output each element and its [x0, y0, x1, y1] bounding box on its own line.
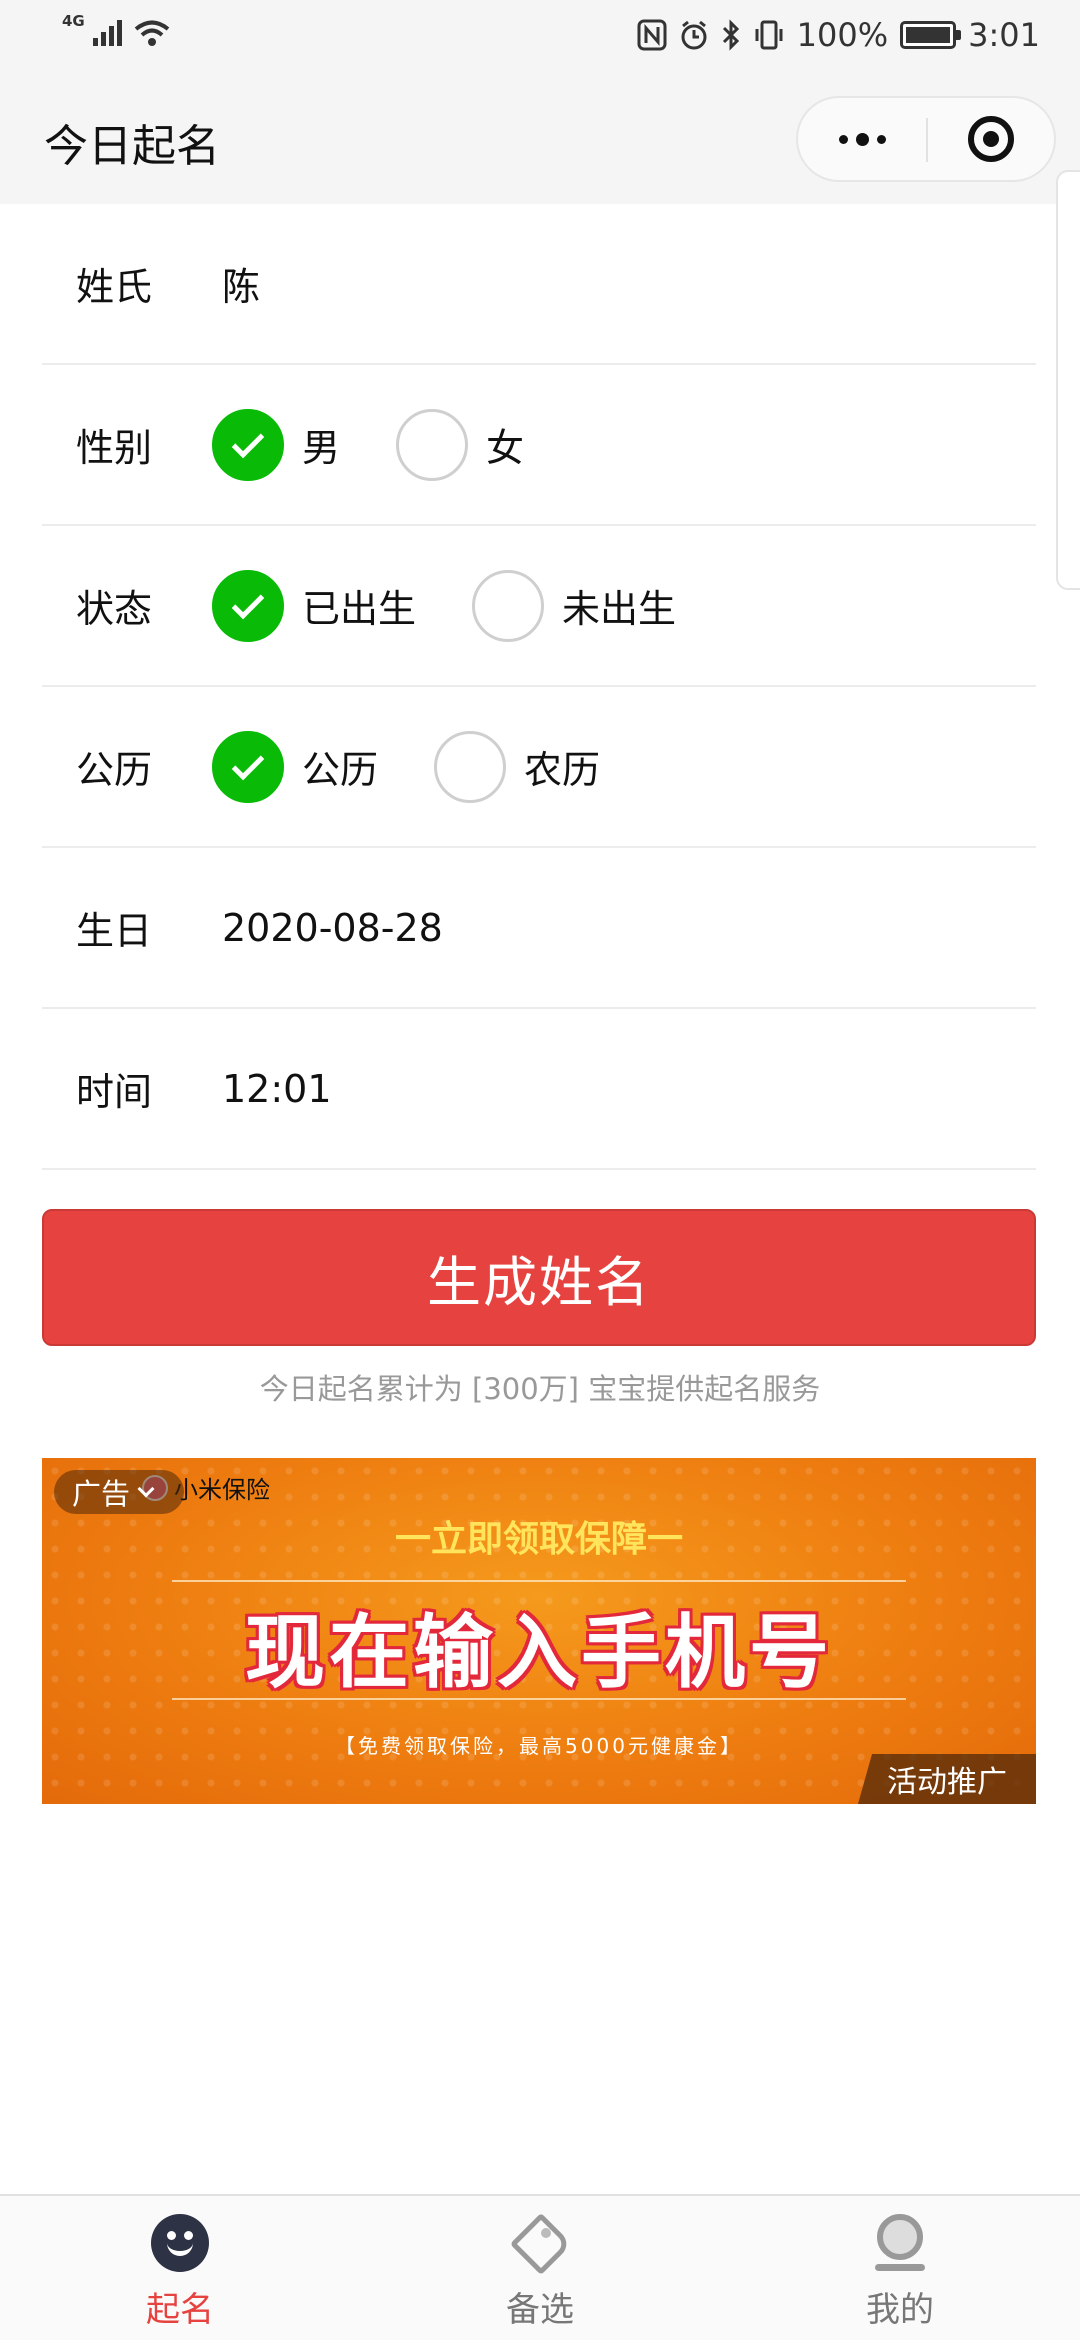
- tab-shortlist-label: 备选: [506, 2290, 574, 2330]
- chevron-down-icon: [137, 1480, 155, 1498]
- surname-row[interactable]: 姓氏 陈: [42, 204, 1036, 365]
- target-close-icon[interactable]: [928, 98, 1054, 180]
- calendar-label: 公历: [76, 748, 153, 792]
- birthday-row[interactable]: 生日 2020-08-28: [42, 848, 1036, 1009]
- radio-circle-icon: [396, 408, 469, 481]
- ad-tag-button[interactable]: 广告: [54, 1470, 184, 1514]
- ad-brand-name: 小米保险: [174, 1476, 270, 1504]
- alarm-icon: [681, 20, 707, 50]
- profile-icon: [871, 2214, 929, 2272]
- radio-check-icon: [212, 408, 284, 481]
- ad-tag-label: 广告: [72, 1477, 131, 1511]
- status-row: 状态 已出生 未出生: [42, 526, 1036, 687]
- birthday-label: 生日: [76, 909, 153, 953]
- surname-input[interactable]: 陈: [222, 256, 260, 311]
- gender-female-label: 女: [486, 426, 525, 470]
- tab-mine[interactable]: 我的: [720, 2196, 1080, 2340]
- calendar-solar-label: 公历: [302, 748, 379, 792]
- scroll-edge: [1056, 170, 1080, 590]
- radio-check-icon: [212, 569, 284, 642]
- more-dots-icon[interactable]: [798, 98, 926, 180]
- battery-percent: 100%: [796, 16, 889, 54]
- status-label: 状态: [76, 587, 153, 631]
- ad-headline: 现在输入手机号: [245, 1606, 833, 1699]
- gender-female-radio[interactable]: 女: [396, 408, 525, 481]
- vibrate-icon: [755, 20, 783, 50]
- tab-mine-label: 我的: [866, 2290, 934, 2330]
- gender-male-radio[interactable]: 男: [212, 408, 341, 481]
- status-unborn-radio[interactable]: 未出生: [472, 569, 677, 642]
- tab-naming[interactable]: 起名: [0, 2196, 360, 2340]
- tab-bar: 起名 备选 我的: [0, 2194, 1080, 2340]
- status-born-radio[interactable]: 已出生: [212, 569, 417, 642]
- status-born-label: 已出生: [302, 587, 417, 631]
- time-picker[interactable]: 12:01: [222, 1067, 332, 1111]
- smiley-face-icon: [151, 2214, 209, 2272]
- calendar-lunar-label: 农历: [524, 748, 601, 792]
- wifi-icon: [134, 20, 170, 46]
- generate-name-button[interactable]: 生成姓名: [42, 1209, 1036, 1346]
- radio-circle-icon: [434, 730, 507, 803]
- network-type: 4G: [62, 12, 85, 30]
- tab-shortlist[interactable]: 备选: [360, 2196, 720, 2340]
- tag-icon: [509, 2212, 573, 2276]
- battery-icon: [900, 21, 962, 49]
- gender-row: 性别 男 女: [42, 365, 1036, 526]
- ad-subtitle: 一立即领取保障一: [394, 1519, 683, 1560]
- signal-icon: [92, 20, 122, 46]
- mini-program-capsule: [796, 96, 1056, 182]
- calendar-solar-radio[interactable]: 公历: [212, 730, 379, 803]
- bluetooth-icon: [722, 19, 739, 51]
- ad-promo-label: 活动推广: [858, 1754, 1036, 1804]
- calendar-row: 公历 公历 农历: [42, 687, 1036, 848]
- surname-label: 姓氏: [76, 265, 153, 309]
- status-bar: 4G 100% 3:01: [0, 0, 1080, 72]
- clock: 3:01: [968, 16, 1040, 54]
- status-unborn-label: 未出生: [562, 587, 677, 631]
- tab-naming-label: 起名: [146, 2290, 214, 2330]
- status-icons: 100% 3:01: [637, 16, 1040, 54]
- page-title: 今日起名: [44, 121, 220, 172]
- nfc-icon: [637, 19, 667, 51]
- time-row[interactable]: 时间 12:01: [42, 1009, 1036, 1170]
- birthday-picker[interactable]: 2020-08-28: [222, 906, 443, 950]
- radio-check-icon: [212, 730, 284, 803]
- service-count-note: 今日起名累计为 [300万] 宝宝提供起名服务: [259, 1372, 821, 1406]
- ad-divider-bottom: [172, 1698, 906, 1700]
- nav-bar: 今日起名: [0, 72, 1080, 204]
- ad-banner[interactable]: 小米保险 广告 一立即领取保障一 现在输入手机号 【免费领取保险，最高5000元…: [42, 1458, 1036, 1804]
- status-radio-group: 已出生 未出生: [212, 569, 732, 642]
- calendar-lunar-radio[interactable]: 农历: [434, 730, 601, 803]
- calendar-radio-group: 公历 农历: [212, 730, 656, 803]
- gender-male-label: 男: [302, 426, 341, 470]
- radio-circle-icon: [472, 569, 545, 642]
- network-indicator: 4G: [62, 12, 171, 48]
- time-label: 时间: [76, 1070, 153, 1114]
- naming-form: 姓氏 陈 性别 男 女 状态 已出生 未出生 公历 公历 农历 生日 2020-…: [42, 204, 1036, 1170]
- gender-radio-group: 男 女: [212, 408, 580, 481]
- ad-divider-top: [172, 1580, 906, 1582]
- gender-label: 性别: [76, 426, 153, 470]
